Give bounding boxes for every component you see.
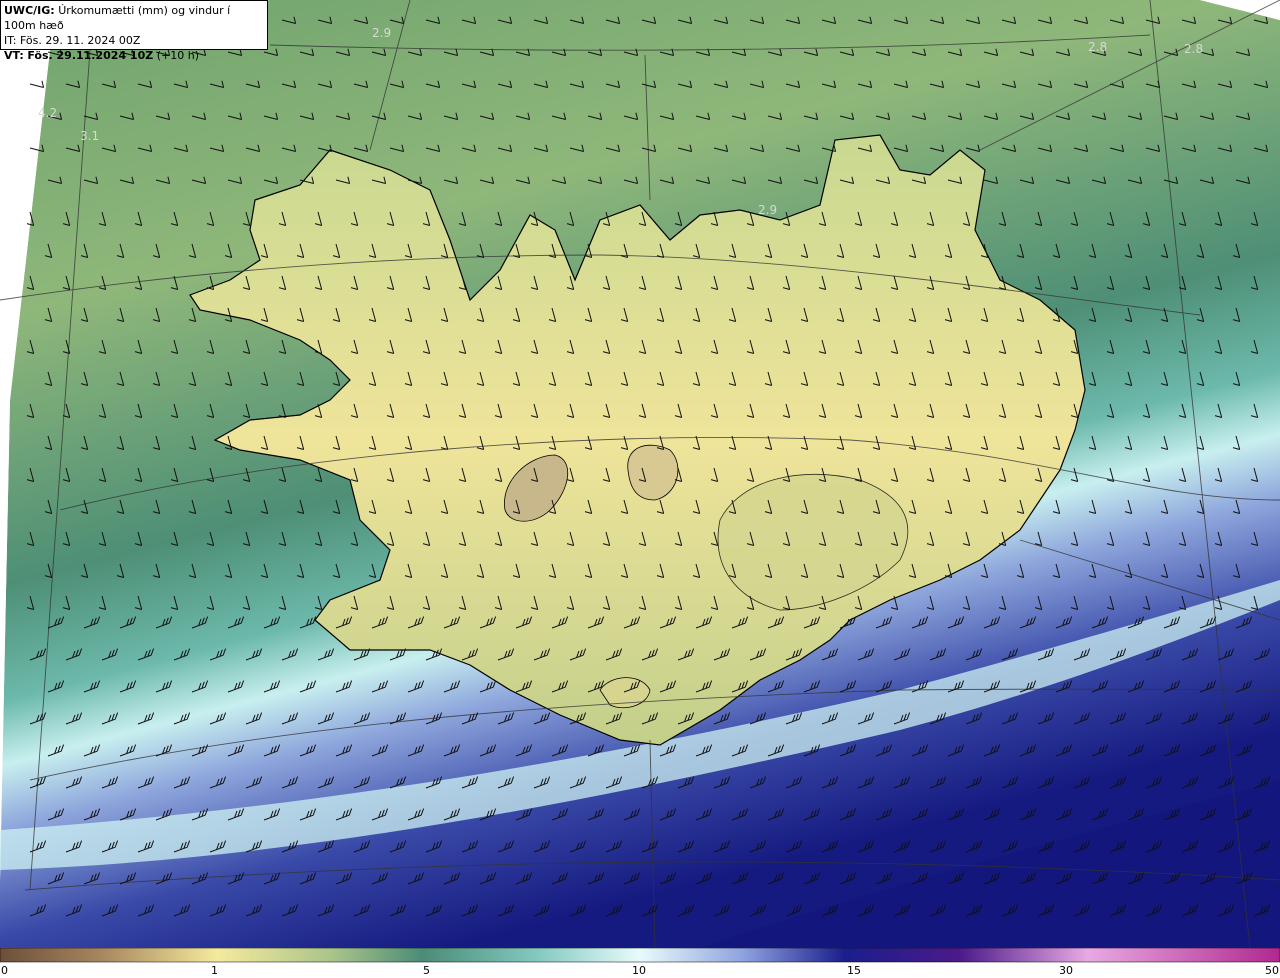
colorbar-tick: 10: [632, 964, 646, 977]
colorbar-tick: 5: [423, 964, 430, 977]
info-box: UWC/IG: Úrkomumætti (mm) og vindur í 100…: [0, 0, 268, 62]
pressure-label: 2.8: [1184, 42, 1203, 56]
title-line: UWC/IG: Úrkomumætti (mm) og vindur í 100…: [4, 3, 264, 33]
weather-map: 2.9 2.8 2.8 4.2 3.1 2.9: [0, 0, 1280, 948]
colorbar-tick: 30: [1059, 964, 1073, 977]
pressure-label: 2.8: [1088, 40, 1107, 54]
valid-label: VT:: [4, 49, 24, 62]
pressure-label: 3.1: [80, 129, 99, 143]
colorbar-tick: 0: [1, 964, 8, 977]
colorbar-tick: 1: [211, 964, 218, 977]
valid-time-line: VT: Fös. 29.11.2024 10Z (+10 h): [4, 48, 264, 63]
pressure-label: 2.9: [758, 203, 777, 217]
valid-time: Fös. 29.11.2024 10Z: [27, 49, 154, 62]
colorbar-tick: 50: [1265, 964, 1279, 977]
pressure-label: 2.9: [372, 26, 391, 40]
lead-time: (+10 h): [156, 49, 199, 62]
colorbar-tick: 15: [847, 964, 861, 977]
init-time: Fös. 29. 11. 2024 00Z: [19, 34, 141, 47]
init-label: IT:: [4, 34, 17, 47]
colorbar-gradient: [0, 948, 1280, 963]
init-time-line: IT: Fös. 29. 11. 2024 00Z: [4, 33, 264, 48]
model-name: UWC/IG:: [4, 4, 55, 17]
pressure-label: 4.2: [38, 106, 57, 120]
